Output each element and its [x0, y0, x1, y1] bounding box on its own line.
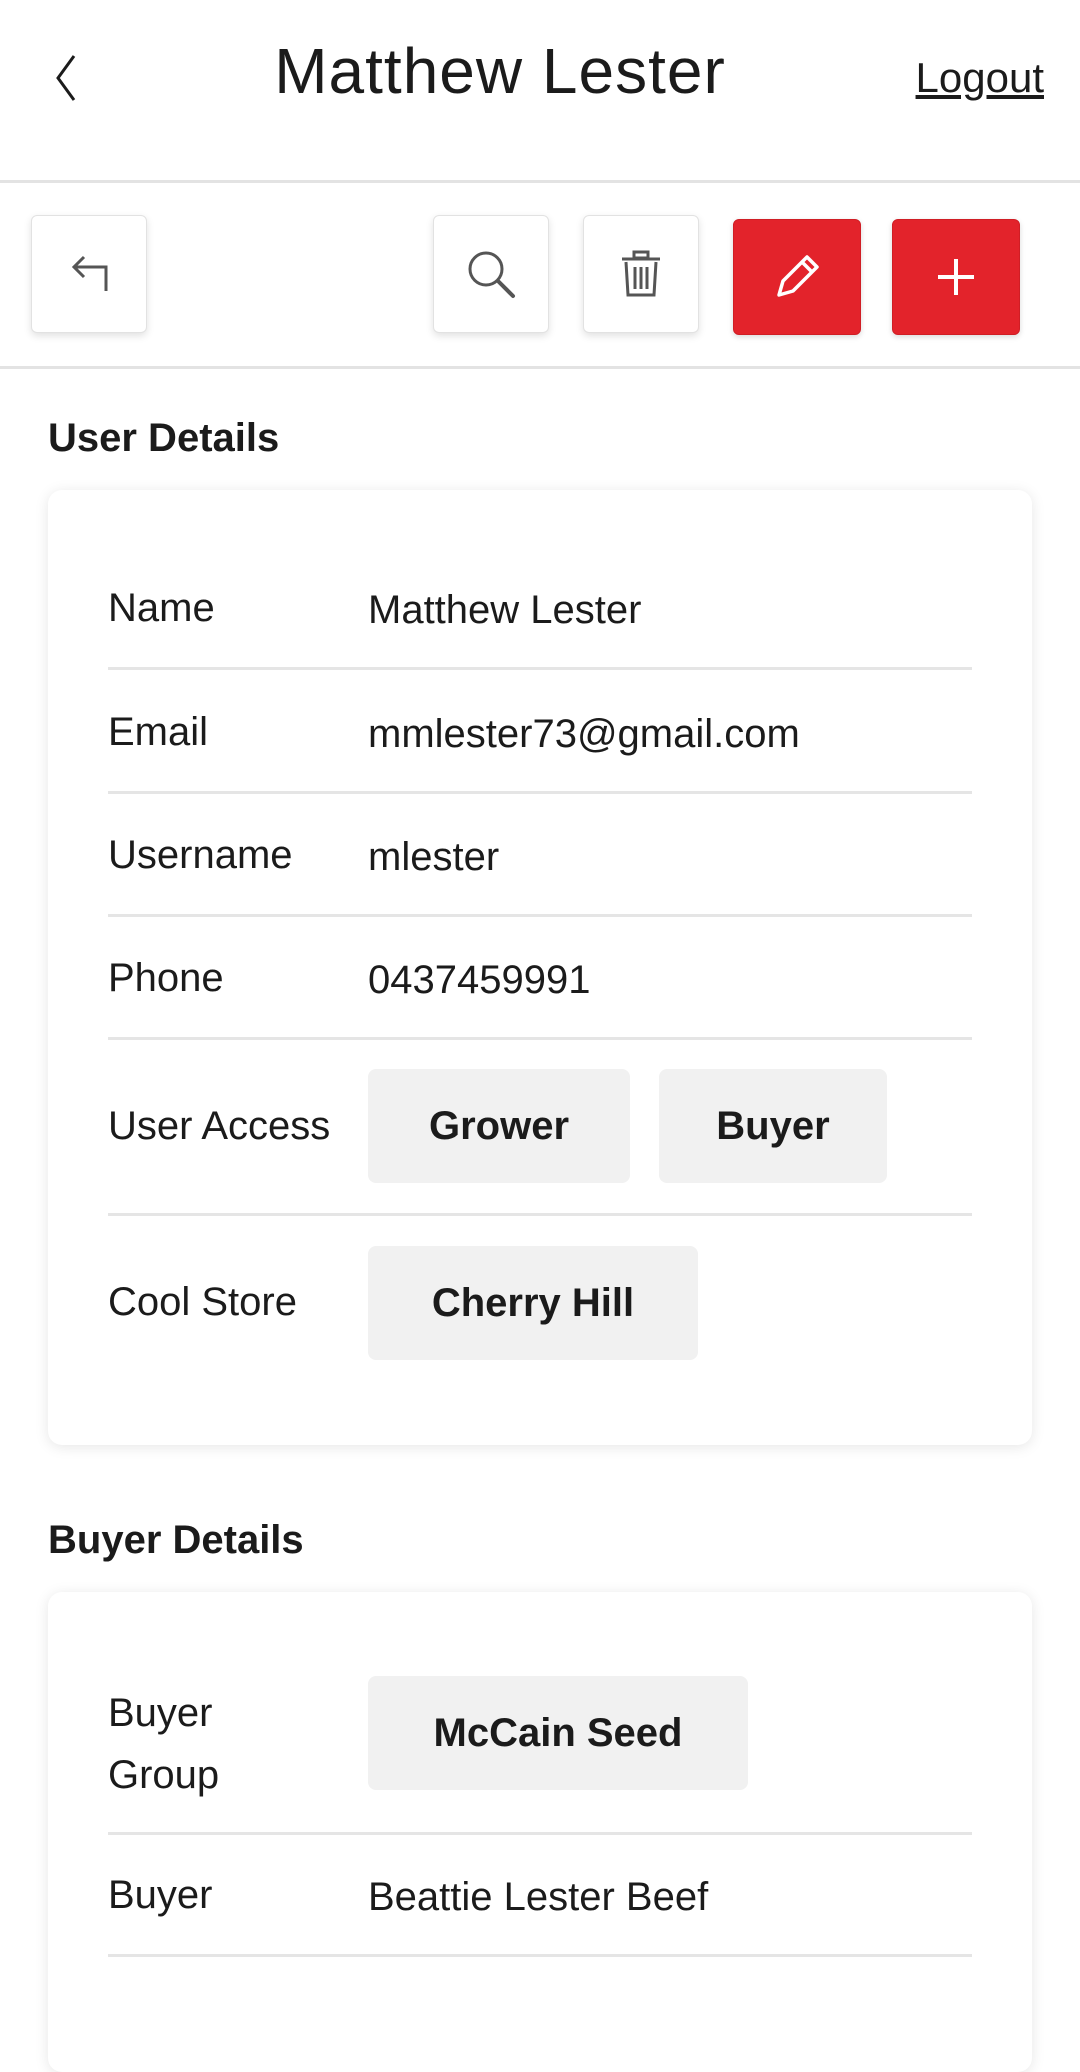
- user-access-chip-grower[interactable]: Grower: [368, 1069, 630, 1183]
- trash-icon: [622, 250, 660, 297]
- search-button[interactable]: [433, 215, 549, 333]
- detail-row-cool-store: Cool Store Cherry Hill: [108, 1216, 972, 1392]
- detail-label: Name: [108, 586, 215, 630]
- plus-icon: [938, 259, 974, 295]
- page-title: Matthew Lester: [274, 35, 726, 107]
- detail-row-username: Username mlester: [108, 794, 972, 917]
- cool-store-chip[interactable]: Cherry Hill: [368, 1246, 698, 1360]
- search-icon: [468, 251, 515, 298]
- detail-row-phone: Phone 0437459991: [108, 917, 972, 1040]
- add-button[interactable]: [892, 219, 1020, 335]
- detail-value: Matthew Lester: [368, 588, 642, 632]
- delete-button[interactable]: [583, 215, 699, 333]
- app-header: Matthew Lester Logout: [0, 0, 1080, 183]
- detail-row-email: Email mmlester73@gmail.com: [108, 670, 972, 794]
- detail-label: Email: [108, 710, 209, 754]
- detail-label: Buyer: [108, 1873, 213, 1917]
- detail-label: Cool Store: [108, 1280, 297, 1324]
- detail-label: Phone: [108, 956, 224, 1000]
- buyer-group-chip[interactable]: McCain Seed: [368, 1676, 748, 1790]
- detail-label: Buyer Group: [108, 1691, 220, 1797]
- detail-label: Username: [108, 833, 293, 877]
- return-button[interactable]: [31, 215, 147, 333]
- user-access-chip-buyer[interactable]: Buyer: [659, 1069, 887, 1183]
- detail-row-name: Name Matthew Lester: [108, 550, 972, 670]
- detail-value: mmlester73@gmail.com: [368, 712, 800, 756]
- logout-link[interactable]: Logout: [916, 54, 1044, 102]
- user-details-card: Name Matthew Lester Email mmlester73@gma…: [48, 490, 1032, 1445]
- detail-row-user-access: User Access Grower Buyer: [108, 1040, 972, 1216]
- user-details-title: User Details: [48, 416, 280, 460]
- buyer-details-card: Buyer Group McCain Seed Buyer Beattie Le…: [48, 1592, 1032, 2072]
- buyer-details-title: Buyer Details: [48, 1518, 304, 1562]
- detail-row-buyer-group: Buyer Group McCain Seed: [108, 1652, 972, 1835]
- pencil-icon: [777, 255, 819, 297]
- detail-value: mlester: [368, 835, 500, 879]
- toolbar: [0, 183, 1080, 369]
- edit-button[interactable]: [733, 219, 861, 335]
- detail-value: 0437459991: [368, 958, 591, 1002]
- return-icon: [71, 255, 108, 291]
- detail-label: User Access: [108, 1104, 331, 1148]
- detail-value: Beattie Lester Beef: [368, 1875, 709, 1919]
- detail-row-buyer: Buyer Beattie Lester Beef: [108, 1835, 972, 1957]
